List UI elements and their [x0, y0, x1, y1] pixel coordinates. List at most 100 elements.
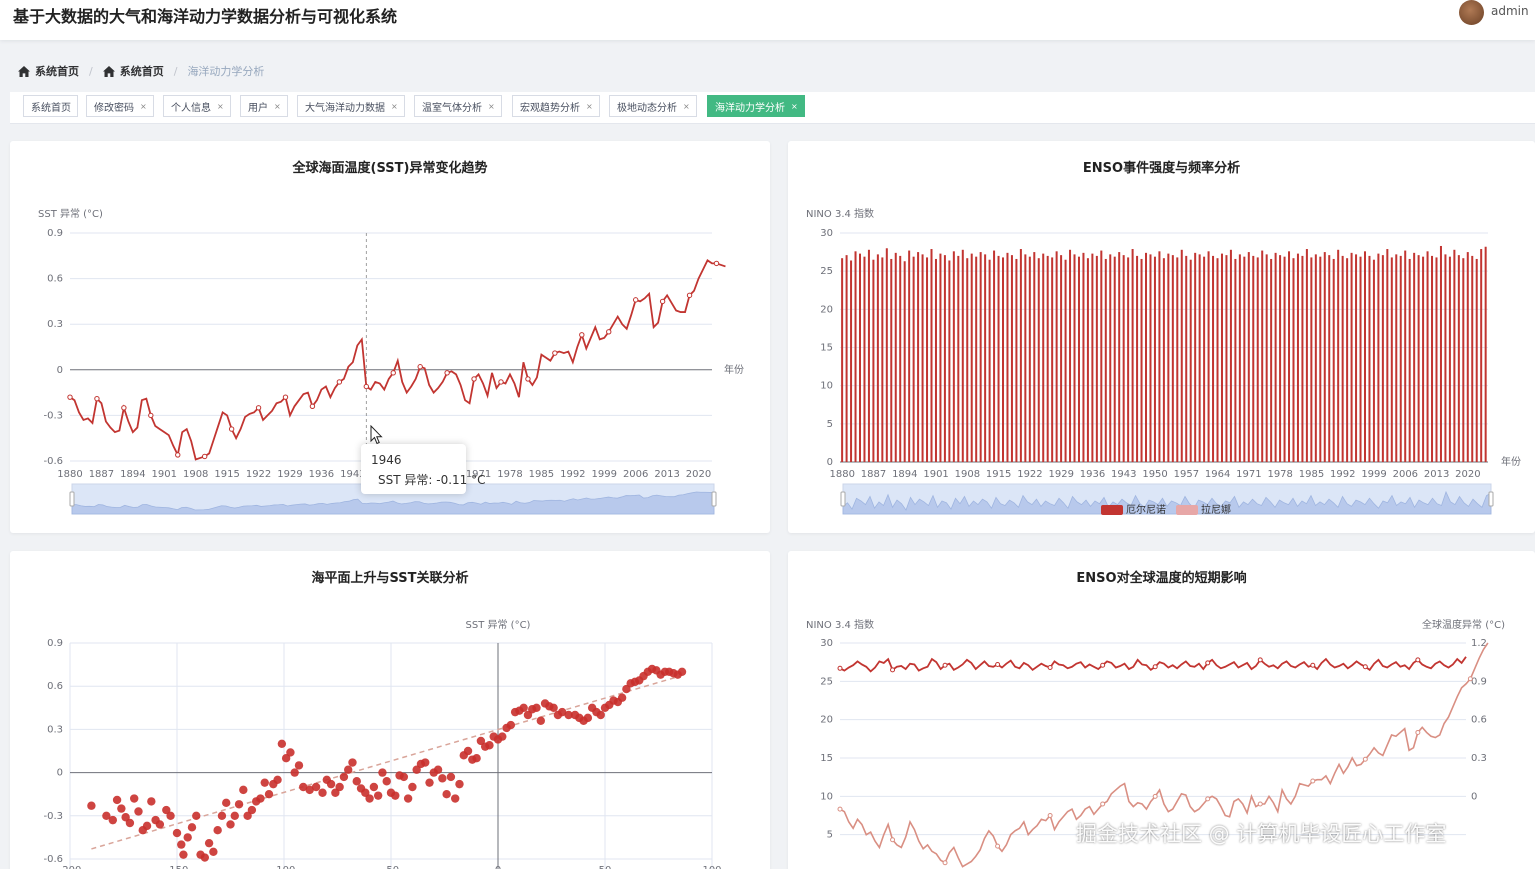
avatar[interactable]: [1459, 0, 1484, 25]
data-point: [1047, 813, 1053, 818]
scatter-point: [311, 782, 321, 792]
breadcrumb-item-home-2[interactable]: 系统首页: [102, 63, 164, 79]
scatter-point: [87, 801, 96, 810]
scatter-point: [200, 853, 210, 862]
data-point: [1415, 729, 1421, 735]
scatter-point: [273, 775, 282, 784]
tag-profile[interactable]: 个人信息 ×: [163, 95, 231, 117]
bar: [1028, 256, 1031, 462]
tag-label: 系统首页: [31, 102, 71, 114]
chart-card-sealevel: 海平面上升与SST关联分析 SST 异常 (°C) 0.9 0.6 0.3 0 -0.3-…: [10, 551, 770, 869]
bar: [1234, 258, 1237, 462]
scatter-point: [352, 777, 361, 786]
bar: [1377, 253, 1380, 462]
data-point: [67, 394, 73, 400]
bar: [1180, 249, 1183, 462]
user-menu[interactable]: admin: [1491, 4, 1529, 18]
scatter-point: [226, 820, 235, 829]
bar: [1140, 258, 1143, 462]
close-icon[interactable]: ×: [791, 102, 798, 111]
sealevel-scatter-chart[interactable]: SST 异常 (°C) 0.9 0.6 0.3 0 -0.3 -0.6-200 -150 -10…: [10, 551, 770, 869]
bar: [1198, 254, 1201, 462]
bar: [1439, 245, 1442, 462]
tag-greenhouse-gas[interactable]: 温室气体分析 ×: [414, 95, 502, 117]
breadcrumb-separator: /: [173, 64, 178, 78]
bar: [885, 248, 888, 462]
tag-change-password[interactable]: 修改密码 ×: [86, 95, 154, 117]
x-tick-label: 1978: [1267, 469, 1292, 480]
scatter-point: [365, 794, 374, 803]
bar: [854, 251, 857, 462]
datazoom-handle-right: [711, 491, 717, 507]
y-tick-label: 30: [820, 228, 833, 239]
x-tick-label: 1894: [892, 469, 917, 480]
x-tick-label: 1936: [1080, 469, 1105, 480]
tag-polar-dynamics[interactable]: 极地动态分析 ×: [609, 95, 697, 117]
close-icon[interactable]: ×: [140, 102, 147, 111]
x-tick-label: 1971: [1236, 469, 1261, 480]
tooltip-series: SST 异常: [378, 473, 429, 487]
bar: [1332, 258, 1335, 462]
breadcrumb-label: 系统首页: [119, 65, 164, 78]
data-point: [837, 665, 843, 671]
bar: [1265, 254, 1268, 462]
close-icon[interactable]: ×: [586, 102, 593, 111]
close-icon[interactable]: ×: [391, 102, 398, 111]
x-tick-label: 1999: [592, 469, 617, 480]
scatter-point: [438, 774, 447, 783]
y-axis-title: NINO 3.4 指数: [806, 207, 874, 220]
scatter-point: [498, 732, 507, 741]
bar: [1131, 249, 1134, 462]
scatter-point: [451, 794, 460, 803]
scatter-point: [446, 772, 456, 782]
bar: [1086, 258, 1089, 462]
bar: [1453, 249, 1456, 462]
breadcrumb-item-home[interactable]: 系统首页: [18, 63, 79, 79]
bar: [1457, 255, 1460, 462]
tag-macro-trend[interactable]: 宏观趋势分析 ×: [512, 95, 600, 117]
series-line-nino: [839, 656, 1467, 673]
bar: [1395, 254, 1398, 462]
y-tick-label: -0.6: [43, 456, 63, 467]
tooltip-unit: °C: [471, 472, 486, 487]
data-point: [1467, 676, 1473, 682]
bar: [1296, 253, 1299, 462]
scatter-point: [326, 779, 336, 789]
x-tick-label: 2006: [623, 469, 648, 480]
scatter-point: [463, 746, 473, 756]
bar: [1153, 256, 1156, 462]
y-tick-label: 20: [820, 304, 833, 315]
datazoom-handle-left: [69, 491, 75, 507]
close-icon[interactable]: ×: [217, 102, 224, 111]
close-icon[interactable]: ×: [274, 102, 281, 111]
close-icon[interactable]: ×: [683, 102, 690, 111]
legend-swatch: [1101, 505, 1123, 515]
enso-bar-chart[interactable]: NINO 3.4 指数 30 25 20 15 10 5 0 年份 1880 1887 1894 190…: [788, 141, 1535, 533]
scatter-point: [172, 828, 182, 838]
scatter-point: [286, 748, 295, 757]
scatter-point: [209, 847, 218, 856]
scatter-point: [583, 713, 593, 723]
data-point: [1257, 657, 1263, 663]
x-tick-label: -100: [273, 865, 296, 869]
tag-users[interactable]: 用户 ×: [240, 95, 288, 117]
bar: [1355, 254, 1358, 462]
bar: [1319, 256, 1322, 462]
bar: [1350, 252, 1353, 462]
x-tick-label: 1922: [1017, 469, 1042, 480]
scatter-point: [596, 710, 605, 720]
bar: [921, 254, 924, 462]
scatter-point: [183, 833, 192, 842]
scatter-point: [519, 703, 528, 712]
data-point: [363, 383, 370, 390]
tag-atmos-ocean-data[interactable]: 大气海洋动力数据 ×: [297, 95, 405, 117]
bar: [1162, 258, 1165, 462]
close-icon[interactable]: ×: [488, 102, 495, 111]
bar: [1171, 255, 1174, 462]
tag-home[interactable]: 系统首页: [23, 95, 78, 117]
tag-ocean-dynamics[interactable]: 海洋动力学分析 ×: [707, 95, 805, 117]
bar: [970, 253, 973, 462]
bar: [1194, 252, 1197, 462]
data-point: [995, 661, 1001, 667]
data-point: [390, 370, 396, 376]
